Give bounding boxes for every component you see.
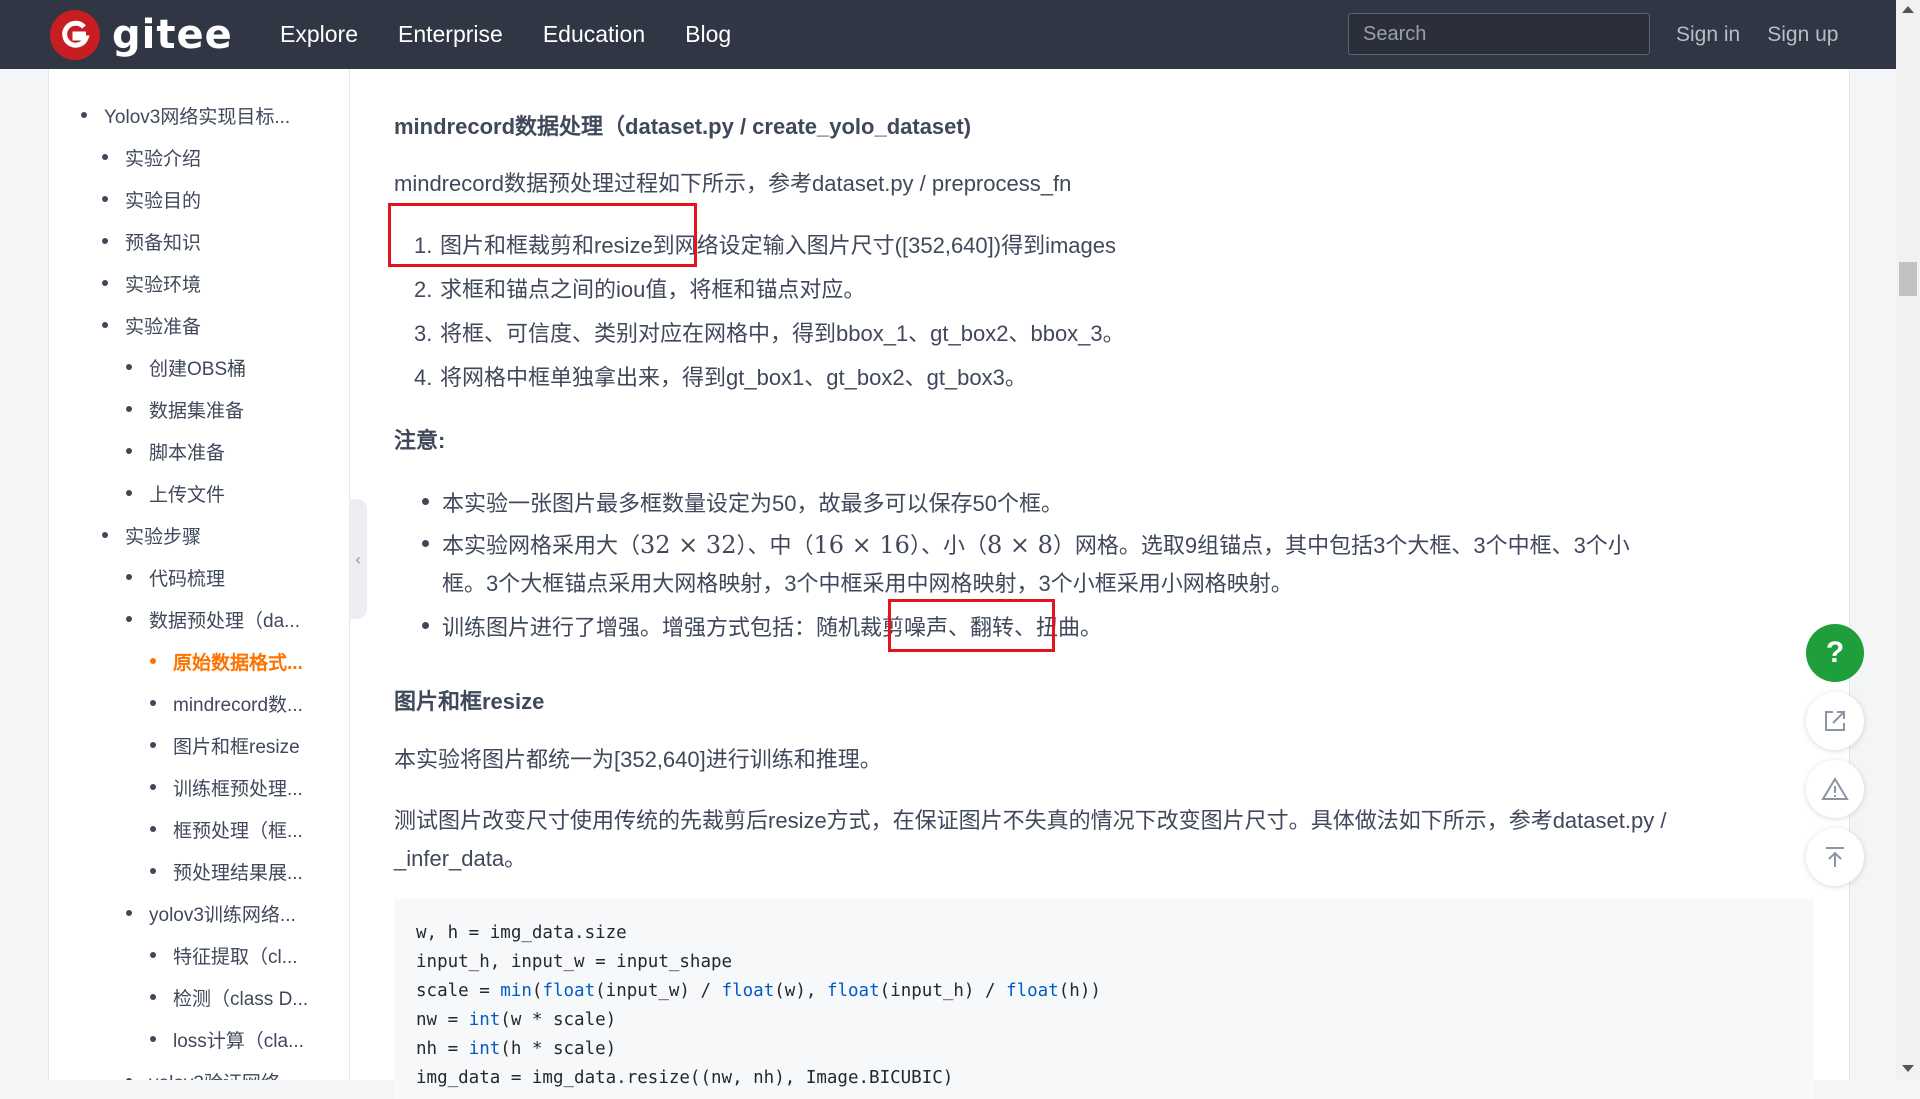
search-input[interactable] (1348, 13, 1650, 55)
bullet-item: 本实验一张图片最多框数量设定为50，故最多可以保存50个框。 (422, 486, 1063, 518)
math-expression: 8 × 8 (986, 531, 1053, 559)
toc-item[interactable]: 特征提取（cl... (150, 942, 298, 969)
ordered-list-item: 2. 求框和锚点之间的iou值，将框和锚点对应。 (414, 277, 866, 302)
toc-item[interactable]: 检测（class D... (149, 984, 308, 1011)
code-line: input_h, input_w = input_shape (416, 952, 733, 972)
nav-blog[interactable]: Blog (685, 21, 731, 48)
paragraph: 本实验将图片都统一为[352,640]进行训练和推理。 (394, 747, 882, 772)
scroll-down-arrow-icon[interactable] (1902, 1065, 1914, 1072)
auth-links: Sign in Sign up (1676, 0, 1865, 69)
nav-enterprise[interactable]: Enterprise (398, 21, 503, 48)
toc-item-active[interactable]: 原始数据格式... (150, 648, 303, 675)
report-button[interactable] (1806, 760, 1864, 818)
share-icon (1825, 711, 1845, 731)
bullet-dot (422, 498, 429, 505)
back-to-top-button[interactable] (1806, 828, 1864, 886)
nav-explore[interactable]: Explore (280, 21, 358, 48)
toc-item[interactable]: 预备知识 (101, 228, 201, 255)
code-line: w, h = img_data.size (416, 923, 627, 943)
bullet-item: 本实验网格采用大（32 × 32）、中（16 × 16）、小（8 × 8）网格。… (422, 528, 1630, 560)
toc-item[interactable]: 实验介绍 (101, 144, 201, 171)
toc-sidebar: Yolov3网络实现目标... 实验介绍 实验目的 预备知识 实验环境 实验准备… (49, 69, 350, 1080)
code-line: img_data = img_data.resize((nw, nh), Ima… (416, 1068, 954, 1088)
note-text: 本实验网格采用大（ (442, 533, 641, 558)
bullet-item-continuation: 框。3个大框锚点采用大网格映射，3个中框采用中网格映射，3个小框采用小网格映射。 (442, 571, 1293, 596)
page-scrollbar[interactable] (1896, 0, 1920, 1080)
toc-item[interactable]: 实验目的 (101, 186, 201, 213)
code-line: nw = int(w * scale) (416, 1010, 617, 1030)
toc-item[interactable]: 实验环境 (101, 270, 201, 297)
nav-education[interactable]: Education (543, 21, 645, 48)
help-button[interactable]: ? (1806, 624, 1864, 682)
note-text: ）、小（ (909, 533, 987, 558)
toc-item[interactable]: yolov3训练网络... (126, 900, 296, 927)
toc-item[interactable]: yolov3验证网络... (126, 1068, 296, 1080)
toc-item[interactable]: 脚本准备 (125, 438, 225, 465)
toc-item[interactable]: loss计算（cla... (150, 1026, 304, 1053)
step-text: 将框、可信度、类别对应在网格中，得到bbox_1、gt_box2、bbox_3。 (440, 321, 1125, 346)
sign-up-link[interactable]: Sign up (1767, 23, 1838, 47)
bullet-dot (422, 540, 429, 547)
toc-item[interactable]: 代码梳理 (125, 564, 225, 591)
back-to-top-icon (1826, 847, 1844, 867)
step-text: 求框和锚点之间的iou值，将框和锚点对应。 (440, 277, 866, 302)
sidebar-collapse-icon[interactable]: ‹ (349, 499, 367, 619)
toc-item[interactable]: 上传文件 (125, 480, 225, 507)
paragraph: mindrecord数据预处理过程如下所示，参考dataset.py / pre… (394, 171, 1072, 196)
note-text: 本实验一张图片最多框数量设定为50，故最多可以保存50个框。 (442, 491, 1063, 516)
math-expression: 16 × 16 (813, 531, 910, 559)
note-text: ）网格。选取9组锚点，其中包括3个大框、3个中框、3个小 (1052, 533, 1630, 558)
scroll-thumb[interactable] (1899, 262, 1917, 296)
highlight-box (388, 203, 697, 267)
math-expression: 32 × 32 (640, 531, 737, 559)
warning-icon (1821, 777, 1849, 800)
toc-item[interactable]: 创建OBS桶 (125, 354, 246, 381)
toc-item[interactable]: 图片和框resize (150, 732, 300, 759)
share-button[interactable] (1806, 692, 1864, 750)
toc-item[interactable]: 框预处理（框... (150, 816, 303, 843)
paragraph: _infer_data。 (394, 846, 527, 871)
highlight-box (888, 599, 1055, 652)
code-block: w, h = img_data.size input_h, input_w = … (394, 899, 1814, 1099)
toc-item[interactable]: 数据预处理（da... (126, 606, 300, 633)
step-text: 将网格中框单独拿出来，得到gt_box1、gt_box2、gt_box3。 (440, 365, 1027, 390)
gitee-logo-icon (50, 10, 100, 60)
doc-page: Yolov3网络实现目标... 实验介绍 实验目的 预备知识 实验环境 实验准备… (48, 69, 1850, 1099)
top-navbar: gitee Explore Enterprise Education Blog … (0, 0, 1896, 69)
scroll-up-arrow-icon[interactable] (1902, 6, 1914, 13)
paragraph: 测试图片改变尺寸使用传统的先裁剪后resize方式，在保证图片不失真的情况下改变… (394, 808, 1667, 833)
gitee-logo[interactable]: gitee (50, 10, 233, 60)
sign-in-link[interactable]: Sign in (1676, 23, 1740, 47)
code-line: scale = min(float(input_w) / float(w), f… (416, 981, 1101, 1001)
ordered-list-item: 3. 将框、可信度、类别对应在网格中，得到bbox_1、gt_box2、bbox_… (414, 321, 1125, 346)
note-text: ）、中（ (736, 533, 814, 558)
nav-links: Explore Enterprise Education Blog (280, 0, 771, 69)
toc-item[interactable]: Yolov3网络实现目标... (80, 102, 290, 129)
toc-item[interactable]: 训练框预处理... (150, 774, 303, 801)
gitee-logo-text: gitee (112, 12, 233, 58)
toc-item[interactable]: mindrecord数... (150, 690, 303, 717)
section-heading: 图片和框resize (394, 689, 545, 714)
ordered-list-item: 4. 将网格中框单独拿出来，得到gt_box1、gt_box2、gt_box3。 (414, 365, 1027, 390)
toc-item[interactable]: 预处理结果展... (150, 858, 303, 885)
bullet-dot (422, 622, 429, 629)
code-line: nh = int(h * scale) (416, 1039, 617, 1059)
section-heading: mindrecord数据处理（dataset.py / create_yolo_… (394, 114, 972, 139)
note-title: 注意: (394, 428, 446, 453)
toc-item[interactable]: 实验步骤 (101, 522, 201, 549)
toc-item[interactable]: 实验准备 (101, 312, 201, 339)
toc-item[interactable]: 数据集准备 (125, 396, 244, 423)
